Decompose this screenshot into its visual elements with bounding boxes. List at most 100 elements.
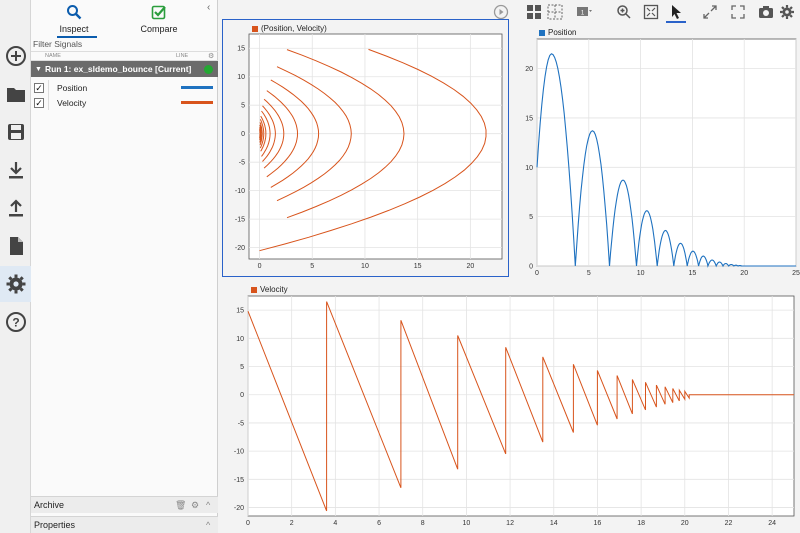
- snapshot-button[interactable]: [758, 4, 774, 20]
- filter-signals-label[interactable]: Filter Signals: [33, 39, 82, 49]
- signal-checkbox-velocity[interactable]: ✓: [34, 98, 44, 108]
- position-x-tick-label: 10: [637, 270, 645, 277]
- row-divider: [48, 80, 49, 95]
- velocity-y-tick-label: 0: [240, 392, 244, 399]
- phase-y-tick-label: -10: [235, 188, 245, 195]
- chevron-up-icon[interactable]: ^: [206, 520, 210, 530]
- velocity-y-tick-label: 5: [240, 364, 244, 371]
- settings-button[interactable]: [779, 4, 795, 20]
- position-y-tick-label: 15: [525, 115, 533, 122]
- svg-text:?: ?: [12, 316, 19, 330]
- velocity-x-tick-label: 0: [246, 520, 250, 527]
- phase-plot-selected[interactable]: (Position, Velocity) 0 5 10 15 20 -20 -15 -10 -5…: [222, 19, 509, 277]
- cursor-button[interactable]: [668, 4, 684, 20]
- chevron-up-icon[interactable]: ^: [206, 500, 210, 510]
- line-style-swatch-velocity[interactable]: [181, 101, 213, 104]
- velocity-x-tick-label: 10: [463, 520, 471, 527]
- phase-x-tick-label: 10: [361, 263, 369, 270]
- position-x-tick-label: 5: [587, 270, 591, 277]
- phase-x-tick-label: 0: [258, 263, 262, 270]
- row-divider: [48, 95, 49, 110]
- gear-icon: [780, 5, 794, 19]
- visualization-gallery-button[interactable]: 1: [576, 4, 592, 20]
- velocity-y-tick-label: -10: [234, 449, 244, 456]
- subplot-layout-button[interactable]: [547, 4, 563, 20]
- properties-section-header[interactable]: Properties ^: [31, 516, 218, 533]
- phase-y-tick-label: 15: [237, 46, 245, 53]
- grid-layout-icon: [527, 5, 541, 19]
- velocity-y-tick-label: -5: [238, 420, 244, 427]
- open-button[interactable]: [0, 76, 31, 112]
- phase-x-tick-label: 20: [466, 263, 474, 270]
- cursor-arrow-icon: [672, 5, 681, 19]
- position-plot-svg[interactable]: 0 5 10 15 20 25 0 5 10 15 20: [515, 25, 800, 280]
- zoom-in-icon: [617, 5, 631, 19]
- run-expand-triangle-icon[interactable]: ▼: [35, 66, 42, 73]
- position-x-tick-label: 0: [535, 270, 539, 277]
- position-y-tick-label: 5: [529, 214, 533, 221]
- export-button[interactable]: [0, 190, 31, 226]
- zoom-button[interactable]: [616, 4, 632, 20]
- fullscreen-button[interactable]: [730, 4, 746, 20]
- velocity-x-tick-label: 22: [725, 520, 733, 527]
- signal-checkbox-position[interactable]: ✓: [34, 83, 44, 93]
- phase-plot-area: [248, 33, 503, 260]
- velocity-x-tick-label: 18: [637, 520, 645, 527]
- line-style-swatch-position[interactable]: [181, 86, 213, 89]
- preferences-button[interactable]: [0, 266, 31, 302]
- velocity-x-tick-label: 12: [506, 520, 514, 527]
- subplot-layout-icon: [547, 4, 563, 20]
- archive-label: Archive: [34, 500, 65, 510]
- tab-compare[interactable]: Compare: [129, 4, 189, 34]
- help-icon: ?: [5, 312, 26, 332]
- add-icon: [5, 46, 26, 66]
- velocity-plot[interactable]: Velocity 0 2 4 6 8 10 12 14 16 18 20 22 24 -20 -15 -10-…: [222, 282, 800, 533]
- visualization-icon: 1: [577, 7, 592, 17]
- position-plot[interactable]: Position 0 5 10 15 20 25 0 5 10 15 20: [515, 25, 800, 280]
- fit-to-view-icon: [643, 4, 659, 20]
- replay-button[interactable]: [493, 4, 509, 20]
- velocity-x-tick-label: 24: [768, 520, 776, 527]
- phase-y-tick-label: 5: [241, 103, 245, 110]
- save-button[interactable]: [0, 114, 31, 150]
- collapse-panel-chevron-icon[interactable]: ‹: [207, 2, 210, 13]
- active-tab-indicator: [57, 36, 97, 38]
- phase-y-tick-label: -15: [235, 217, 245, 224]
- help-button[interactable]: ?: [0, 304, 31, 340]
- upload-icon: [8, 199, 23, 217]
- expand-button[interactable]: [702, 4, 718, 20]
- position-y-tick-label: 0: [529, 264, 533, 271]
- velocity-x-tick-label: 16: [594, 520, 602, 527]
- data-inspector-window: ? Inspect Compare ‹ Filter Signals NAME …: [0, 0, 800, 533]
- velocity-x-tick-label: 8: [421, 520, 425, 527]
- column-line-header: LINE: [176, 53, 189, 59]
- column-settings-gear-icon[interactable]: ⚙: [208, 52, 214, 60]
- report-button[interactable]: [0, 228, 31, 264]
- velocity-x-tick-label: 20: [681, 520, 689, 527]
- new-session-button[interactable]: [0, 38, 31, 74]
- layout-grid-button[interactable]: [526, 4, 542, 20]
- trash-icon[interactable]: 🗑: [175, 500, 186, 511]
- run-row[interactable]: ▼ Run 1: ex_sldemo_bounce [Current]: [31, 61, 218, 77]
- velocity-y-tick-label: 15: [236, 308, 244, 315]
- position-x-tick-label: 20: [740, 270, 748, 277]
- signal-row-position[interactable]: ✓ Position: [31, 80, 218, 95]
- signal-row-velocity[interactable]: ✓ Velocity: [31, 95, 218, 110]
- tab-inspect[interactable]: Inspect: [44, 4, 104, 34]
- checkmark-box-icon: [151, 5, 166, 20]
- velocity-plot-svg[interactable]: 0 2 4 6 8 10 12 14 16 18 20 22 24-20-15-10-5051015: [222, 282, 800, 533]
- phase-plot-svg[interactable]: 0 5 10 15 20 -20 -15 -10 -5 0 5 10 15: [223, 20, 508, 276]
- fit-to-view-button[interactable]: [643, 4, 659, 20]
- phase-x-tick-label: 15: [414, 263, 422, 270]
- import-button[interactable]: [0, 152, 31, 188]
- folder-icon: [6, 88, 25, 102]
- phase-y-tick-label: 0: [241, 131, 245, 138]
- column-name-header: NAME: [45, 53, 61, 59]
- phase-y-tick-label: -5: [239, 160, 245, 167]
- position-x-tick-label: 25: [792, 270, 800, 277]
- properties-label: Properties: [34, 520, 76, 530]
- expand-arrows-icon: [703, 5, 717, 19]
- camera-icon: [759, 6, 773, 18]
- gear-icon[interactable]: ⚙: [191, 500, 199, 511]
- archive-section-header[interactable]: Archive 🗑 ⚙ ^: [31, 496, 218, 513]
